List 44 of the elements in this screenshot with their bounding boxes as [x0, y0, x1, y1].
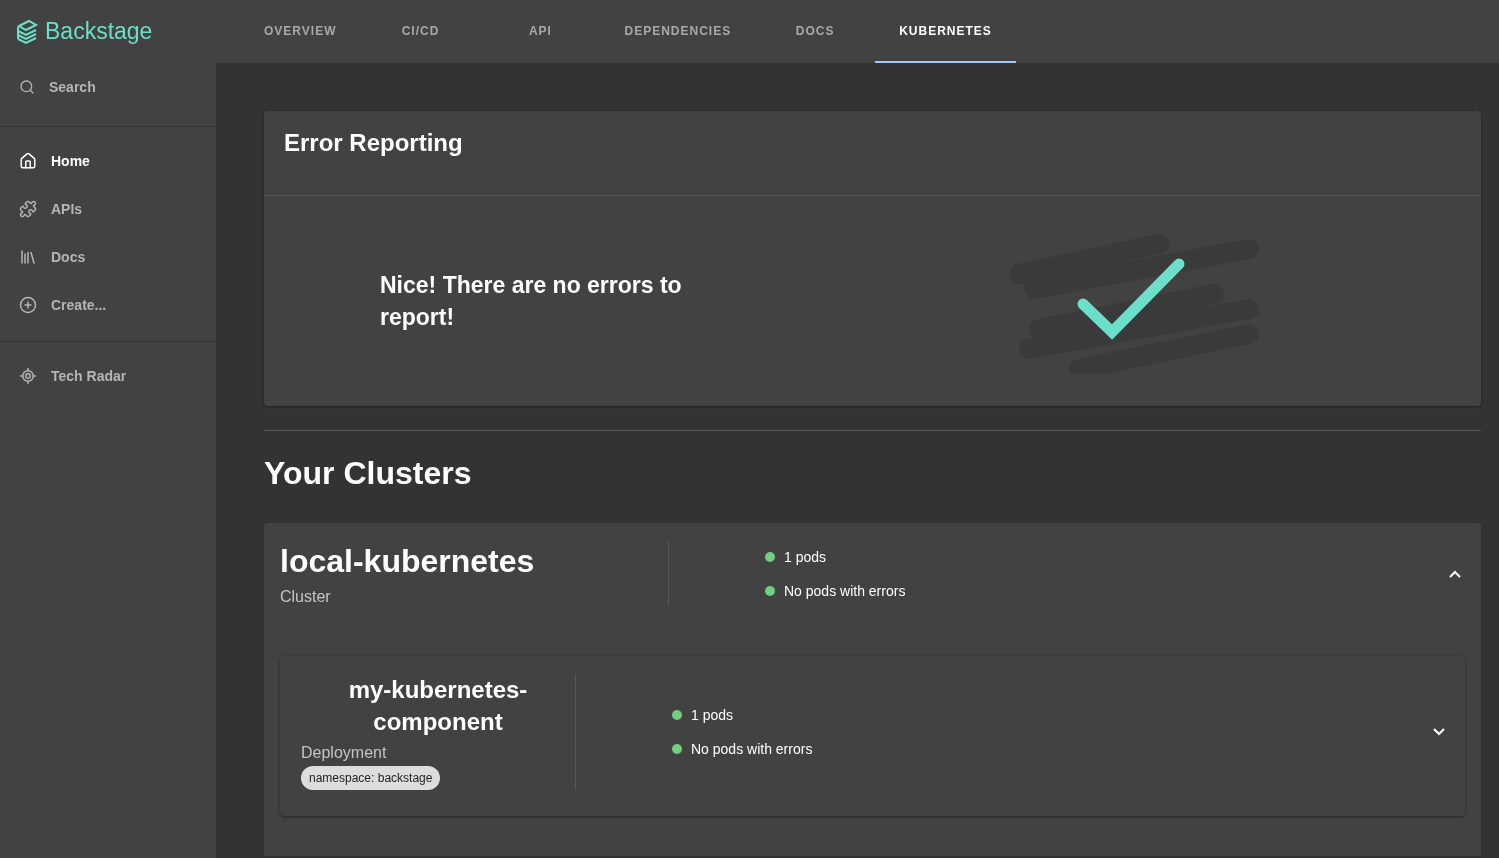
- chevron-up-icon: [1449, 569, 1461, 578]
- card-title: Error Reporting: [264, 111, 1481, 196]
- status-text: 1 pods: [691, 707, 734, 723]
- tab[interactable]: KUBERNETES: [875, 0, 1016, 63]
- sidebar-item[interactable]: APIs: [0, 185, 216, 233]
- status-text: No pods with errors: [691, 741, 813, 757]
- cluster-type: Cluster: [280, 588, 332, 606]
- sidebar-item-label: Home: [51, 153, 90, 169]
- status-text: 1 pods: [784, 548, 827, 565]
- tab[interactable]: DEPENDENCIES: [600, 0, 756, 63]
- sidebar-item[interactable]: Create...: [0, 281, 216, 329]
- tab[interactable]: DOCS: [755, 0, 876, 63]
- status-dot: [765, 551, 775, 562]
- puzzle-icon: [19, 200, 37, 218]
- logo-icon: [15, 17, 39, 46]
- chevron-down-icon: [1433, 728, 1445, 736]
- sidebar-item-label: Docs: [51, 249, 86, 265]
- section-heading: Your Clusters: [264, 455, 473, 492]
- no-errors-message: Nice! There are no errors to report!: [380, 271, 683, 332]
- sidebar-item[interactable]: Tech Radar: [0, 352, 216, 400]
- namespace-chip: namespace: backstage: [301, 766, 441, 790]
- tab[interactable]: CI/CD: [360, 0, 481, 63]
- status-dot: [765, 585, 775, 596]
- deployment-name: my-kubernetes-component: [347, 675, 529, 737]
- target-icon: [19, 367, 37, 385]
- sidebar-item-label: APIs: [51, 201, 83, 217]
- status-text: No pods with errors: [784, 582, 906, 599]
- sidebar-item[interactable]: Home: [0, 137, 216, 185]
- sidebar-item-label: Tech Radar: [51, 368, 127, 384]
- sidebar-item[interactable]: Docs: [0, 233, 216, 281]
- search-label: Search: [49, 79, 96, 95]
- tab[interactable]: OVERVIEW: [240, 0, 361, 63]
- search-item[interactable]: Search: [0, 63, 216, 111]
- search-icon: [19, 79, 35, 95]
- deployment-type: Deployment: [301, 744, 388, 762]
- status-dot: [672, 710, 682, 720]
- status-dot: [672, 744, 682, 754]
- plus-circle-icon: [19, 296, 37, 314]
- books-icon: [19, 248, 37, 266]
- sidebar-item-label: Create...: [51, 297, 107, 313]
- cluster-name: local-kubernetes: [280, 543, 536, 580]
- home-icon: [19, 152, 37, 170]
- logo-text: Backstage: [45, 18, 153, 45]
- tab[interactable]: API: [480, 0, 601, 63]
